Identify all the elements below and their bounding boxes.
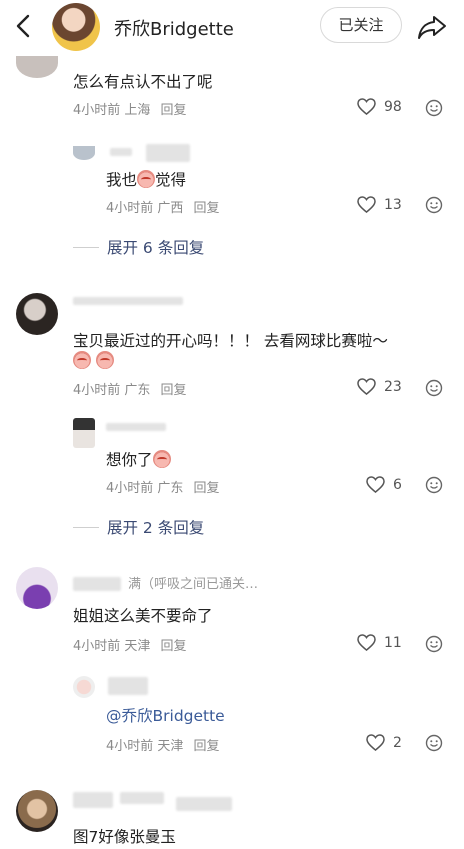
heart-icon <box>366 476 385 493</box>
heart-eyes-emoji-icon <box>96 351 115 369</box>
like-count: 2 <box>393 734 402 751</box>
crying-emoji-icon <box>73 351 91 369</box>
commenter-avatar[interactable] <box>16 790 58 832</box>
emoji-reaction-icon[interactable] <box>425 476 443 494</box>
reply-avatar[interactable] <box>73 676 95 698</box>
like-count: 23 <box>384 378 402 395</box>
like-button[interactable]: 6 <box>366 476 402 493</box>
expand-replies-button[interactable]: 展开 6 条回复 <box>73 236 204 258</box>
like-count: 98 <box>384 98 402 115</box>
like-button[interactable]: 11 <box>357 634 402 651</box>
reply-button[interactable]: 回复 <box>160 639 186 654</box>
like-button[interactable]: 2 <box>366 734 402 751</box>
expand-replies-button[interactable]: 展开 2 条回复 <box>73 516 204 538</box>
comment-text: 图7好像张曼玉 <box>73 828 176 846</box>
comment-text: 怎么有点认不出了呢 <box>73 73 213 91</box>
reply-button[interactable]: 回复 <box>193 481 219 496</box>
divider-line <box>73 526 99 528</box>
divider-line <box>73 246 99 248</box>
reply-text: 想你了 <box>106 448 171 470</box>
share-icon[interactable] <box>416 12 448 42</box>
blurred-username <box>110 148 132 156</box>
heart-icon <box>357 196 376 213</box>
heart-icon <box>366 734 385 751</box>
partial-username: 满（呼吸之间已通关… <box>128 577 259 592</box>
reply-text: 我也 觉得 <box>106 170 187 189</box>
reply-meta: 4小时前 天津 回复 <box>106 739 220 754</box>
back-arrow-icon[interactable] <box>10 12 38 40</box>
author-name[interactable]: 乔欣Bridgette <box>114 15 234 41</box>
emoji-reaction-icon[interactable] <box>425 734 443 752</box>
commenter-avatar[interactable] <box>16 293 58 335</box>
reply-button[interactable]: 回复 <box>193 739 219 754</box>
comment-text: 宝贝最近过的开心吗！！！ 去看网球比赛啦～ <box>73 332 388 350</box>
emoji-reaction-icon[interactable] <box>425 196 443 214</box>
like-button[interactable]: 13 <box>357 196 402 213</box>
blurred-username <box>176 797 232 811</box>
like-count: 6 <box>393 476 402 493</box>
reply-meta: 4小时前 广东 回复 <box>106 481 220 496</box>
emoji-reaction-icon[interactable] <box>425 635 443 653</box>
follow-button[interactable]: 已关注 <box>320 7 402 43</box>
reply-button[interactable]: 回复 <box>160 103 186 118</box>
blurred-username <box>73 792 113 808</box>
blurred-username <box>120 792 164 804</box>
comment-text: 姐姐这么美不要命了 <box>73 607 213 625</box>
reply-avatar[interactable] <box>73 418 95 448</box>
comment-meta: 4小时前 天津 回复 <box>73 639 187 654</box>
blurred-username <box>73 577 121 591</box>
comment-meta: 4小时前 广东 回复 <box>73 383 187 398</box>
like-count: 11 <box>384 634 402 651</box>
mention-text[interactable]: @乔欣Bridgette <box>106 704 225 726</box>
commenter-avatar[interactable] <box>16 567 58 609</box>
top-bar: 乔欣Bridgette 已关注 <box>0 0 464 56</box>
reply-avatar[interactable] <box>73 146 95 160</box>
comment-emoji-row <box>73 351 115 370</box>
heart-icon <box>357 98 376 115</box>
reply-meta: 4小时前 广西 回复 <box>106 201 220 216</box>
comment-meta: 4小时前 上海 回复 <box>73 103 187 118</box>
reply-button[interactable]: 回复 <box>160 383 186 398</box>
like-button[interactable]: 98 <box>357 98 402 115</box>
reply-button[interactable]: 回复 <box>193 201 219 216</box>
blurred-username <box>108 677 148 695</box>
emoji-reaction-icon[interactable] <box>425 379 443 397</box>
emoji-reaction-icon[interactable] <box>425 99 443 117</box>
crying-emoji-icon <box>137 170 156 188</box>
blurred-username <box>146 144 190 162</box>
crying-emoji-icon <box>152 450 171 468</box>
heart-icon <box>357 634 376 651</box>
blurred-username <box>106 423 166 431</box>
heart-icon <box>357 378 376 395</box>
like-count: 13 <box>384 196 402 213</box>
like-button[interactable]: 23 <box>357 378 402 395</box>
blurred-username <box>73 297 183 305</box>
author-avatar[interactable] <box>52 3 100 51</box>
